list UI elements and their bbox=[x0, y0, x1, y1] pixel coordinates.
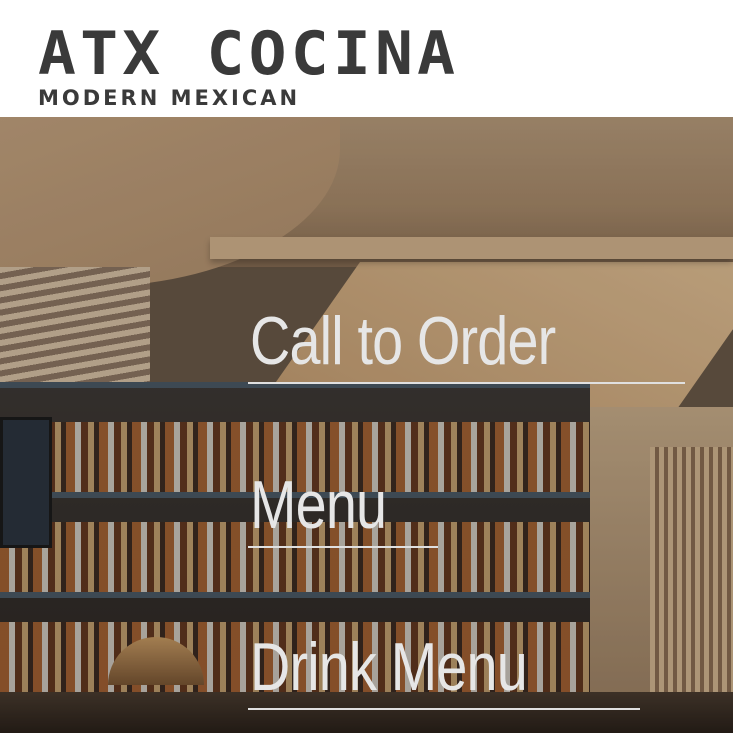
logo-wordmark: ATX COCINA bbox=[38, 19, 460, 89]
logo-tagline: MODERN MEXICAN bbox=[38, 86, 301, 110]
call-to-order-link[interactable]: Call to Order bbox=[250, 302, 556, 380]
call-to-order-underline bbox=[248, 382, 685, 384]
site-header: ATX COCINA MODERN MEXICAN bbox=[0, 0, 733, 117]
menu-link[interactable]: Menu bbox=[250, 466, 387, 544]
drink-menu-link[interactable]: Drink Menu bbox=[250, 628, 528, 706]
logo-link[interactable]: ATX COCINA MODERN MEXICAN bbox=[38, 22, 518, 112]
menu-underline bbox=[248, 546, 438, 548]
drink-menu-underline bbox=[248, 708, 640, 710]
